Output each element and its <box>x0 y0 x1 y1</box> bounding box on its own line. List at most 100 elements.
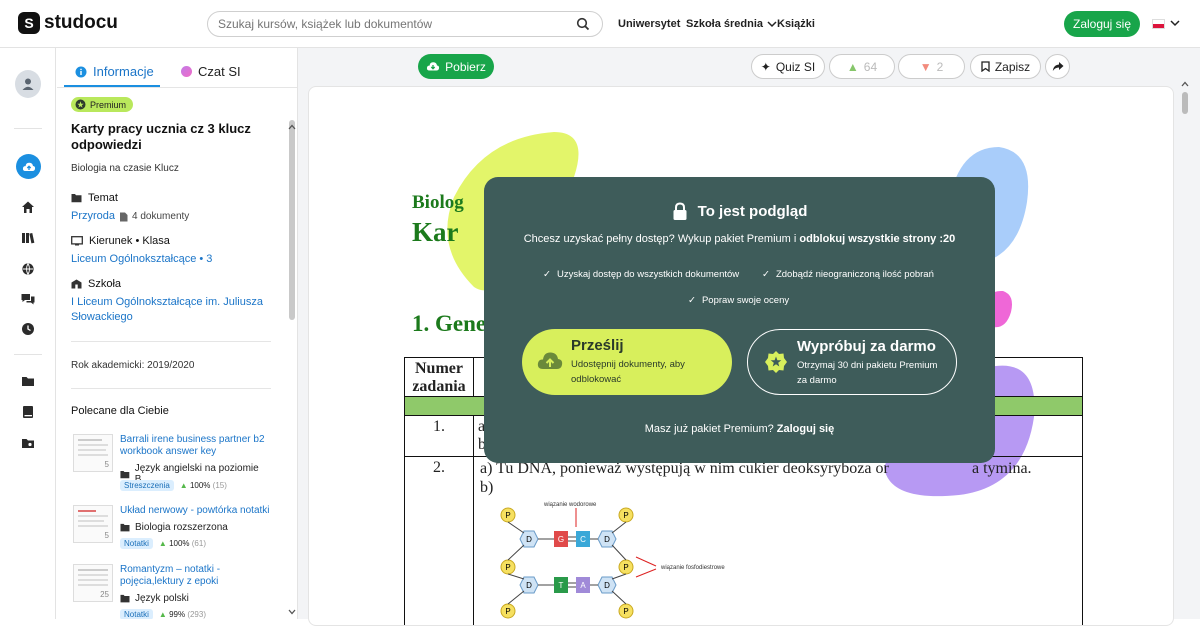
sparkle-icon: ✦ <box>761 60 771 74</box>
chat-icon[interactable] <box>20 291 36 307</box>
preview-paywall-modal: To jest podgląd Chcesz uzyskać pełny dos… <box>484 177 995 463</box>
folder-icon <box>120 523 130 532</box>
document-thumbnail: 5 <box>73 505 113 543</box>
track-link[interactable]: Liceum Ogólnokształcące • 3 <box>71 252 212 267</box>
clock-icon[interactable] <box>20 321 36 337</box>
svg-text:P: P <box>505 563 510 572</box>
folder-icon[interactable] <box>20 373 36 389</box>
language-chevron-icon[interactable] <box>1170 19 1180 27</box>
recommended-meta: Notatki ▲ 99% (293) <box>120 609 206 619</box>
row2-b: b) <box>480 479 493 496</box>
recommended-meta: Streszczenia ▲ 100% (15) <box>120 480 227 491</box>
upload-card-title: Prześlij <box>571 337 624 354</box>
quiz-ai-button[interactable]: ✦ Quiz SI <box>751 54 825 79</box>
share-button[interactable] <box>1045 54 1070 79</box>
scroll-up-icon[interactable] <box>288 124 296 130</box>
upload-card-button[interactable]: Prześlij Udostępnij dokumenty, aby odblo… <box>522 329 732 395</box>
tag-chip: Streszczenia <box>120 480 174 491</box>
tab-informacje-label: Informacje <box>93 64 154 79</box>
tab-czat-si[interactable]: Czat SI <box>181 64 241 79</box>
list-item[interactable]: 5 Układ nerwowy - powtórka notatki Biolo… <box>73 505 273 565</box>
rating: ▲ 100% (61) <box>159 539 206 548</box>
scroll-up-icon[interactable] <box>1181 81 1189 87</box>
recommended-category: Biologia rozszerzona <box>120 522 228 533</box>
nav-books[interactable]: Książki <box>777 18 815 30</box>
scroll-down-icon[interactable] <box>288 609 296 615</box>
school-label-text: Szkoła <box>88 278 121 290</box>
folder-icon <box>71 193 82 203</box>
folder-icon <box>120 470 130 479</box>
globe-icon[interactable] <box>20 261 36 277</box>
free-trial-card-button[interactable]: Wypróbuj za darmo Otrzymaj 30 dni pakiet… <box>747 329 957 395</box>
info-icon <box>75 66 87 78</box>
polish-flag-icon[interactable] <box>1152 19 1165 29</box>
recommended-meta: Notatki ▲ 100% (61) <box>120 538 206 549</box>
viewer-scrollbar[interactable] <box>1182 92 1188 114</box>
category-text: Biologia rozszerzona <box>135 522 228 533</box>
document-title: Karty pracy ucznia cz 3 klucz odpowiedzi <box>71 121 271 153</box>
download-button[interactable]: Pobierz <box>418 54 494 79</box>
top-bar: S studocu Uniwersytet Szkoła średnia Ksi… <box>0 0 1200 48</box>
login-button[interactable]: Zaloguj się <box>1064 11 1140 37</box>
book-icon[interactable] <box>20 404 36 420</box>
page-count: 5 <box>105 460 109 469</box>
page-count: 5 <box>105 531 109 540</box>
modal-login-link[interactable]: Zaloguj się <box>777 423 834 435</box>
svg-text:D: D <box>604 535 610 544</box>
list-item[interactable]: 5 Barrali irene business partner b2 work… <box>73 434 273 494</box>
page-count: 25 <box>100 590 109 599</box>
list-item[interactable]: 25 Romantyzm – notatki - pojęcia,lektury… <box>73 564 273 619</box>
table-cell: 1. <box>405 416 474 457</box>
like-button[interactable]: ▲ 64 <box>829 54 895 79</box>
topic-label-text: Temat <box>88 192 118 204</box>
premium-badge-label: Premium <box>90 100 126 110</box>
academic-year: Rok akademicki: 2019/2020 <box>71 360 194 371</box>
recommended-title[interactable]: Romantyzm – notatki - pojęcia,lektury z … <box>120 564 270 588</box>
svg-text:wiązanie wodorowe: wiązanie wodorowe <box>543 502 597 508</box>
save-button[interactable]: Zapisz <box>970 54 1041 79</box>
tab-informacje[interactable]: Informacje <box>75 64 154 79</box>
upload-cloud-button[interactable] <box>16 154 41 179</box>
nav-university[interactable]: Uniwersytet <box>618 18 680 30</box>
document-thumbnail: 25 <box>73 564 113 602</box>
modal-title: To jest podgląd <box>484 202 995 221</box>
panel-scrollbar[interactable] <box>289 120 295 320</box>
table-cell: a) Tu DNA, ponieważ występują w nim cuki… <box>474 457 1083 626</box>
svg-text:D: D <box>526 581 532 590</box>
rating-count: (293) <box>187 610 206 619</box>
recommended-title[interactable]: Układ nerwowy - powtórka notatki <box>120 505 270 517</box>
topic-link[interactable]: Przyroda <box>71 209 115 224</box>
folder-icon <box>120 594 130 603</box>
left-rail <box>0 48 56 619</box>
recommended-category: Język polski <box>120 593 189 604</box>
library-icon[interactable] <box>20 230 36 246</box>
svg-text:P: P <box>623 563 628 572</box>
nav-high-school[interactable]: Szkoła średnia <box>686 18 777 30</box>
document-icon <box>119 212 128 222</box>
avatar[interactable] <box>15 70 41 98</box>
shared-folder-icon[interactable] <box>20 435 36 451</box>
rating-value: 99% <box>169 610 185 619</box>
home-icon[interactable] <box>20 199 36 215</box>
dislike-button[interactable]: ▼ 2 <box>898 54 965 79</box>
check-icon: ✓ <box>688 295 696 306</box>
thumbs-up-icon: ▲ <box>847 60 859 74</box>
upload-card-description: Udostępnij dokumenty, aby odblokować <box>571 357 721 387</box>
like-count: 64 <box>864 60 877 74</box>
recommended-title[interactable]: Barrali irene business partner b2 workbo… <box>120 434 270 458</box>
modal-title-text: To jest podgląd <box>698 203 808 220</box>
svg-text:wiązanie fosfodiestrowe: wiązanie fosfodiestrowe <box>660 565 725 571</box>
cloud-upload-icon <box>22 161 36 173</box>
nav-high-school-label: Szkoła średnia <box>686 18 763 30</box>
table-cell: 2. <box>405 457 474 626</box>
doc-heading-title: Kar <box>412 217 459 248</box>
recommended-heading: Polecane dla Ciebie <box>71 405 169 417</box>
search-box[interactable] <box>207 11 603 37</box>
studocu-logo[interactable]: S studocu <box>18 12 118 34</box>
premium-badge: Premium <box>71 97 133 112</box>
school-icon <box>71 279 82 289</box>
save-label: Zapisz <box>995 60 1030 74</box>
search-input[interactable] <box>218 17 592 31</box>
search-icon[interactable] <box>576 17 590 31</box>
school-link[interactable]: I Liceum Ogólnokształcące im. Juliusza S… <box>71 295 271 325</box>
